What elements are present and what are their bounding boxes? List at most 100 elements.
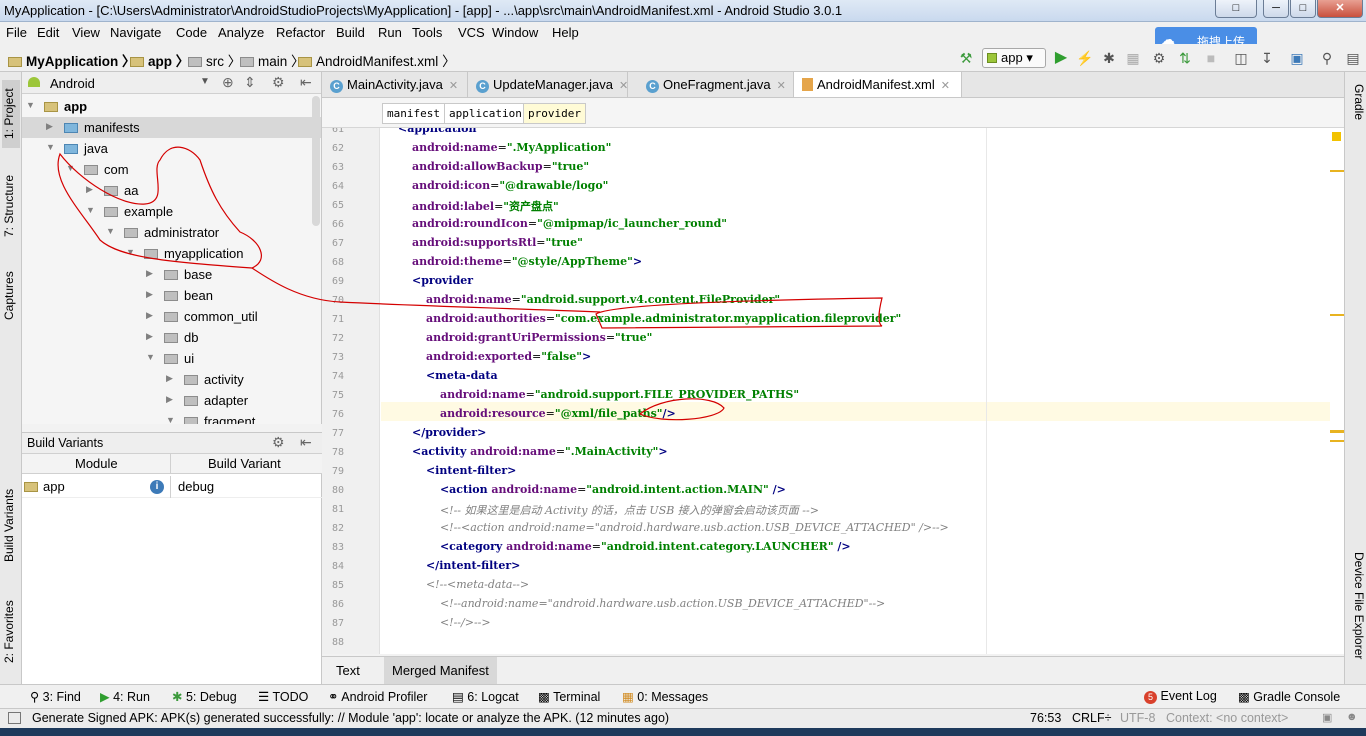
scrollbar[interactable] <box>312 96 320 226</box>
tree-item[interactable]: ▶ adapter <box>22 390 321 411</box>
tool-terminal[interactable]: ▩ Terminal <box>538 689 600 704</box>
menu-view[interactable]: View <box>72 25 100 40</box>
expand-right-icon[interactable]: ▶ <box>166 373 173 384</box>
code-line[interactable]: android:name="android.support.v4.content… <box>384 293 780 306</box>
tab-androidmanifest[interactable]: AndroidManifest.xml ✕ <box>794 72 962 97</box>
code-line[interactable]: android:name="android.support.FILE_PROVI… <box>384 388 799 401</box>
profile-icon[interactable]: ▦ <box>1124 49 1142 67</box>
debug-icon[interactable]: ✱ <box>1100 49 1118 67</box>
menu-vcs[interactable]: VCS <box>458 25 485 40</box>
code-line[interactable]: android:theme="@style/AppTheme"> <box>384 255 642 268</box>
tree-item[interactable]: ▶ manifests <box>22 117 321 138</box>
menu-refactor[interactable]: Refactor <box>276 25 325 40</box>
tree-item[interactable]: ▼ example <box>22 201 321 222</box>
tool-todo[interactable]: ☰ TODO <box>258 689 308 704</box>
code-line[interactable]: <!--android:name="android.hardware.usb.a… <box>384 597 885 610</box>
status-toggle-icon[interactable] <box>8 712 21 724</box>
expand-right-icon[interactable]: ▶ <box>146 331 153 342</box>
tool-logcat[interactable]: ▤ 6: Logcat <box>452 689 519 704</box>
tab-captures[interactable]: Captures <box>2 262 20 330</box>
breadcrumb-main[interactable]: main 〉 <box>240 50 305 70</box>
expand-down-icon[interactable]: ▼ <box>66 163 75 173</box>
tab-project[interactable]: 1: Project <box>2 80 20 148</box>
run-icon[interactable]: ▶ <box>1052 49 1070 67</box>
expand-right-icon[interactable]: ▶ <box>46 121 53 132</box>
tree-item[interactable]: ▼ com <box>22 159 321 180</box>
expand-right-icon[interactable]: ▶ <box>166 394 173 405</box>
expand-down-icon[interactable]: ▼ <box>126 247 135 257</box>
code-line[interactable]: android:icon="@drawable/logo" <box>384 179 608 192</box>
caret-position[interactable]: 76:53 <box>1030 711 1061 725</box>
code-editor[interactable]: 61 62 63 64 65 66 67 68 69 70 71 72 73 74 75 76 77 78 79 80… <box>322 128 1344 654</box>
overflow-icon[interactable]: ▤ <box>1344 49 1362 67</box>
menu-code[interactable]: Code <box>176 25 207 40</box>
code-line[interactable]: <application <box>384 128 477 135</box>
code-line[interactable]: android:supportsRtl="true" <box>384 236 583 249</box>
hide-icon[interactable]: ⇤ <box>300 74 312 91</box>
code-line[interactable]: <provider <box>384 274 473 287</box>
tab-merged-manifest[interactable]: Merged Manifest <box>384 657 497 684</box>
code-line[interactable]: <activity android:name=".MainActivity"> <box>384 445 668 458</box>
tab-mainactivity[interactable]: C MainActivity.java ✕ <box>322 72 468 97</box>
hammer-icon[interactable]: ⚒ <box>957 49 975 67</box>
run-config-select[interactable]: app ▾ <box>982 48 1046 68</box>
tree-item[interactable]: ▶ base <box>22 264 321 285</box>
tool-gradle-console[interactable]: ▩ Gradle Console <box>1238 689 1340 704</box>
tree-item[interactable]: ▼ administrator <box>22 222 321 243</box>
file-encoding[interactable]: UTF-8 <box>1120 711 1155 725</box>
chevron-down-icon[interactable]: ▼ <box>200 76 210 87</box>
expand-down-icon[interactable]: ▼ <box>146 352 155 362</box>
minimize-button[interactable]: ─ <box>1263 0 1289 18</box>
tree-item[interactable]: ▼ ui <box>22 348 321 369</box>
menu-run[interactable]: Run <box>378 25 402 40</box>
table-row[interactable]: app i debug <box>22 476 322 498</box>
code-line[interactable]: android:grantUriPermissions="true" <box>384 331 652 344</box>
breadcrumb-module[interactable]: app 〉 <box>130 50 189 70</box>
tool-event-log[interactable]: 5 Event Log <box>1144 689 1217 704</box>
tab-device-file-explorer[interactable]: Device File Explorer <box>1348 552 1366 676</box>
tool-find[interactable]: ⚲ 3: Find <box>30 689 81 704</box>
project-view-select[interactable]: Android <box>50 76 95 91</box>
tab-gradle[interactable]: Gradle <box>1348 84 1366 134</box>
hide-icon[interactable]: ⇤ <box>300 434 312 451</box>
close-icon[interactable]: ✕ <box>619 80 628 92</box>
tool-debug[interactable]: ✱ 5: Debug <box>172 689 237 704</box>
stop-icon[interactable]: ■ <box>1202 49 1220 67</box>
code-line[interactable]: <category android:name="android.intent.c… <box>384 540 851 553</box>
inspection-icon[interactable]: ☻ <box>1346 711 1358 723</box>
info-icon[interactable]: i <box>150 480 164 494</box>
tool-run[interactable]: ▶ 4: Run <box>100 689 150 704</box>
avd-manager-icon[interactable]: ◫ <box>1232 49 1250 67</box>
code-line[interactable]: <meta-data <box>384 369 498 382</box>
expand-down-icon[interactable]: ▼ <box>166 415 175 424</box>
tree-item[interactable]: ▼ app <box>22 96 321 117</box>
close-icon[interactable]: ✕ <box>449 80 458 92</box>
menu-tools[interactable]: Tools <box>412 25 442 40</box>
code-line[interactable]: <!-- 如果这里是启动 Activity 的话，点击 USB 接入的弹窗会启动… <box>384 502 819 518</box>
collapse-icon[interactable]: ⇕ <box>244 74 256 91</box>
expand-right-icon[interactable]: ▶ <box>146 289 153 300</box>
sys-button[interactable]: □ <box>1215 0 1257 18</box>
menu-window[interactable]: Window <box>492 25 538 40</box>
tree-item[interactable]: ▶ db <box>22 327 321 348</box>
tool-android-profiler[interactable]: ⚭ Android Profiler <box>328 689 427 704</box>
menu-file[interactable]: File <box>6 25 27 40</box>
expand-down-icon[interactable]: ▼ <box>106 226 115 236</box>
code-line[interactable]: <!--<action android:name="android.hardwa… <box>384 521 949 534</box>
code-line[interactable]: <!--<meta-data--> <box>384 578 529 591</box>
search-icon[interactable]: ⚲ <box>1318 49 1336 67</box>
breadcrumb-application[interactable]: application <box>444 103 527 124</box>
locate-icon[interactable]: ⊕ <box>222 74 234 91</box>
line-separator[interactable]: CRLF÷ <box>1072 711 1112 725</box>
code-line[interactable]: android:authorities="com.example.adminis… <box>384 312 901 325</box>
apply-changes-icon[interactable]: ⚡ <box>1076 49 1094 67</box>
menu-build[interactable]: Build <box>336 25 365 40</box>
expand-right-icon[interactable]: ▶ <box>146 268 153 279</box>
close-icon[interactable]: ✕ <box>777 80 786 92</box>
code-line[interactable]: <intent-filter> <box>384 464 516 477</box>
code-line[interactable]: <!--/>--> <box>384 616 491 629</box>
attach-debugger-icon[interactable]: ⚙ <box>1150 49 1168 67</box>
code-line[interactable]: android:roundIcon="@mipmap/ic_launcher_r… <box>384 217 727 230</box>
menu-help[interactable]: Help <box>552 25 579 40</box>
code-line[interactable]: </provider> <box>384 426 486 439</box>
